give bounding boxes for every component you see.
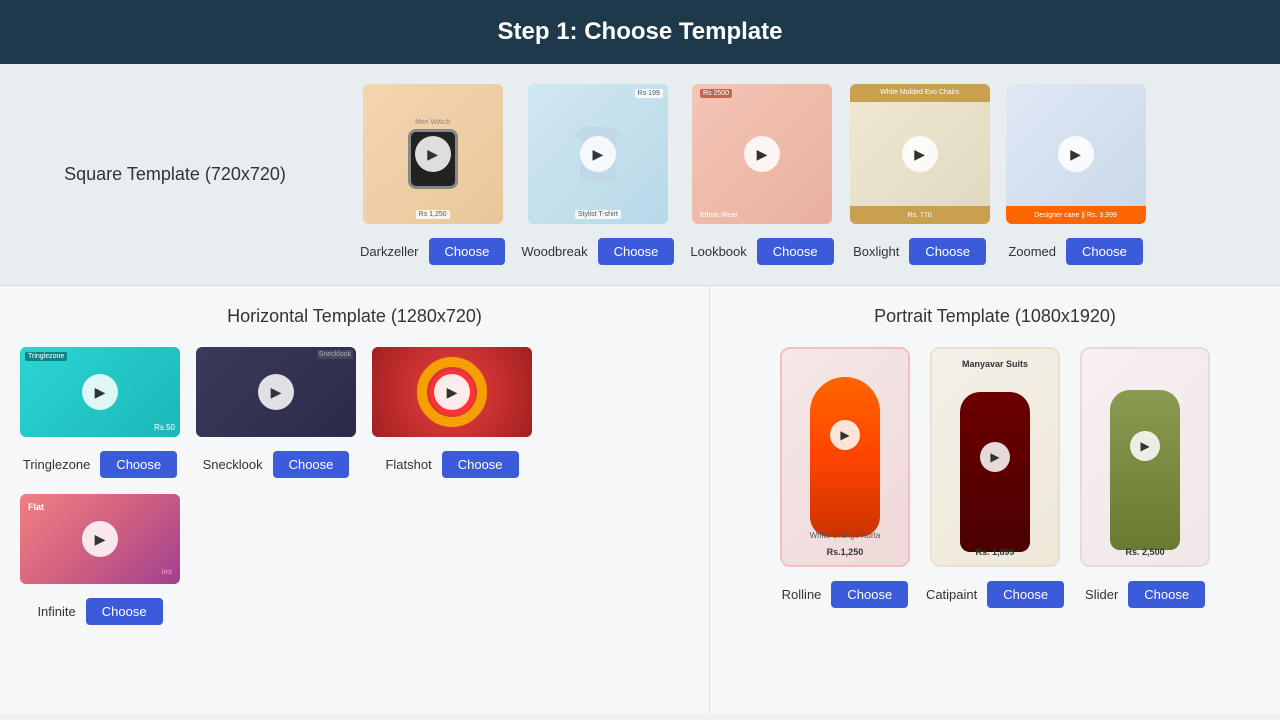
template-item-boxlight: White Molded Evo Chairs Rs. 770 ▶ Boxlig… — [850, 84, 990, 265]
zoomed-thumb[interactable]: Designer cane || Rs. 3,999 ▶ — [1006, 84, 1146, 224]
tringlezone-play-icon[interactable]: ▶ — [82, 374, 118, 410]
infinite-label: Infinite — [37, 604, 75, 619]
horizontal-section-label: Horizontal Template (1280x720) — [20, 306, 689, 327]
snecklook-play-icon[interactable]: ▶ — [258, 374, 294, 410]
square-template-section: Square Template (720x720) Men Watch Rs 1… — [0, 64, 1280, 286]
snecklook-choose-btn[interactable]: Choose — [273, 451, 350, 478]
template-item-darkzeller: Men Watch Rs 1,250 ▶ Darkzeller Choose — [360, 84, 505, 265]
catipaint-price: Rs. 1,899 — [932, 547, 1058, 557]
catipaint-choose-btn[interactable]: Choose — [987, 581, 1064, 608]
catipaint-label: Catipaint — [926, 587, 977, 602]
darkzeller-label: Darkzeller — [360, 244, 419, 259]
portrait-section-label: Portrait Template (1080x1920) — [730, 306, 1260, 327]
lookbook-label: Lookbook — [690, 244, 746, 259]
boxlight-label: Boxlight — [853, 244, 899, 259]
template-item-woodbreak: Rs 199 Stylist T-shirt ▶ Woodbreak Choos… — [521, 84, 674, 265]
infinite-thumb[interactable]: Flat ies ▶ — [20, 494, 180, 584]
portrait-templates-row: White Orange Kurta Rs.1,250 ▶ Rolline Ch… — [730, 347, 1260, 608]
flatshot-choose-btn[interactable]: Choose — [442, 451, 519, 478]
lookbook-play-icon[interactable]: ▶ — [744, 136, 780, 172]
slider-play-icon[interactable]: ▶ — [1130, 431, 1160, 461]
square-templates-row: Men Watch Rs 1,250 ▶ Darkzeller Choose — [350, 84, 1280, 265]
template-item-infinite: Flat ies ▶ Infinite Choose — [20, 494, 180, 625]
snecklook-label: Snecklook — [203, 457, 263, 472]
portrait-item-rolline: White Orange Kurta Rs.1,250 ▶ Rolline Ch… — [780, 347, 910, 608]
portrait-template-section: Portrait Template (1080x1920) White Oran… — [710, 286, 1280, 714]
zoomed-play-icon[interactable]: ▶ — [1058, 136, 1094, 172]
tringlezone-label: Tringlezone — [23, 457, 90, 472]
darkzeller-thumb[interactable]: Men Watch Rs 1,250 ▶ — [363, 84, 503, 224]
rolline-thumb[interactable]: White Orange Kurta Rs.1,250 ▶ — [780, 347, 910, 567]
woodbreak-label: Woodbreak — [521, 244, 587, 259]
zoomed-label: Zoomed — [1008, 244, 1056, 259]
tringlezone-choose-btn[interactable]: Choose — [100, 451, 177, 478]
catipaint-thumb[interactable]: Manyavar Suits Rs. 1,899 ▶ — [930, 347, 1060, 567]
boxlight-thumb[interactable]: White Molded Evo Chairs Rs. 770 ▶ — [850, 84, 990, 224]
slider-thumb[interactable]: Rs. 2,500 ▶ — [1080, 347, 1210, 567]
lookbook-choose-btn[interactable]: Choose — [757, 238, 834, 265]
rolline-price: Rs.1,250 — [782, 547, 908, 557]
page-header: Step 1: Choose Template — [0, 0, 1280, 64]
header-title: Step 1: Choose Template — [498, 18, 783, 45]
main-content: Square Template (720x720) Men Watch Rs 1… — [0, 64, 1280, 714]
woodbreak-choose-btn[interactable]: Choose — [598, 238, 675, 265]
catipaint-play-icon[interactable]: ▶ — [980, 442, 1010, 472]
tringlezone-thumb[interactable]: Tringlezone Rs.50 ▶ — [20, 347, 180, 437]
horizontal-templates-row: Tringlezone Rs.50 ▶ Tringlezone Choose — [20, 347, 689, 625]
portrait-item-catipaint: Manyavar Suits Rs. 1,899 ▶ Catipaint Cho… — [926, 347, 1064, 608]
lookbook-thumb[interactable]: Rs 2500 Ethnic Wear ▶ — [692, 84, 832, 224]
flatshot-label: Flatshot — [385, 457, 431, 472]
flatshot-thumb[interactable]: ▶ — [372, 347, 532, 437]
flatshot-play-icon[interactable]: ▶ — [434, 374, 470, 410]
square-section-label: Square Template (720x720) — [0, 164, 350, 185]
rolline-choose-btn[interactable]: Choose — [831, 581, 908, 608]
rolline-label: Rolline — [782, 587, 822, 602]
darkzeller-choose-btn[interactable]: Choose — [429, 238, 506, 265]
infinite-choose-btn[interactable]: Choose — [86, 598, 163, 625]
slider-price: Rs. 2,500 — [1082, 547, 1208, 557]
boxlight-play-icon[interactable]: ▶ — [902, 136, 938, 172]
darkzeller-play-icon[interactable]: ▶ — [415, 136, 451, 172]
slider-choose-btn[interactable]: Choose — [1128, 581, 1205, 608]
catipaint-brand: Manyavar Suits — [932, 359, 1058, 369]
woodbreak-thumb[interactable]: Rs 199 Stylist T-shirt ▶ — [528, 84, 668, 224]
template-item-tringlezone: Tringlezone Rs.50 ▶ Tringlezone Choose — [20, 347, 180, 478]
woodbreak-play-icon[interactable]: ▶ — [580, 136, 616, 172]
portrait-item-slider: Rs. 2,500 ▶ Slider Choose — [1080, 347, 1210, 608]
bottom-sections: Horizontal Template (1280x720) Tringlezo… — [0, 286, 1280, 714]
horizontal-template-section: Horizontal Template (1280x720) Tringlezo… — [0, 286, 710, 714]
slider-label: Slider — [1085, 587, 1118, 602]
rolline-product-title: White Orange Kurta — [782, 531, 908, 540]
template-item-lookbook: Rs 2500 Ethnic Wear ▶ Lookbook Choose — [690, 84, 833, 265]
template-item-snecklook: Snecklook ▶ Snecklook Choose — [196, 347, 356, 478]
rolline-play-icon[interactable]: ▶ — [830, 420, 860, 450]
zoomed-choose-btn[interactable]: Choose — [1066, 238, 1143, 265]
template-item-flatshot: ▶ Flatshot Choose — [372, 347, 532, 478]
infinite-play-icon[interactable]: ▶ — [82, 521, 118, 557]
boxlight-choose-btn[interactable]: Choose — [909, 238, 986, 265]
template-item-zoomed: Designer cane || Rs. 3,999 ▶ Zoomed Choo… — [1006, 84, 1146, 265]
snecklook-thumb[interactable]: Snecklook ▶ — [196, 347, 356, 437]
